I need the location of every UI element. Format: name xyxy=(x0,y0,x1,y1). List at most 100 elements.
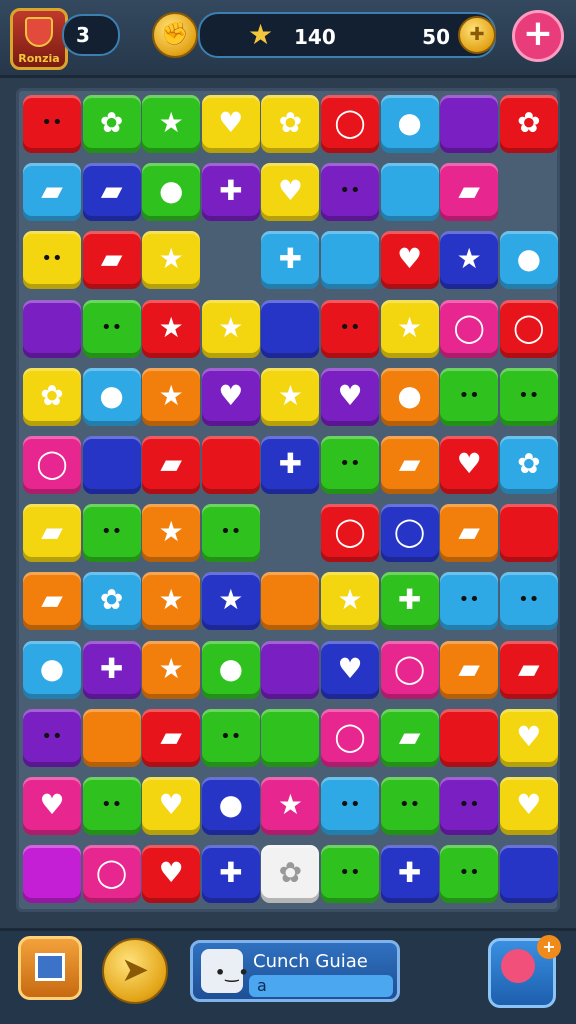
candy-tile[interactable]: ✿ xyxy=(261,95,320,153)
candy-tile[interactable]: ◯ xyxy=(321,504,379,563)
candy-tile[interactable]: •• xyxy=(201,504,260,563)
candy-tile[interactable]: •• xyxy=(440,777,499,835)
candy-tile[interactable] xyxy=(440,95,499,153)
candy-tile[interactable]: ● xyxy=(23,640,81,699)
candy-tile[interactable]: ✿ xyxy=(82,572,141,631)
candy-tile[interactable]: ▰ xyxy=(23,504,81,563)
candy-tile[interactable]: •• xyxy=(201,708,260,767)
candy-tile[interactable]: ✚ xyxy=(261,231,320,290)
candy-tile[interactable]: ♥ xyxy=(142,777,201,835)
candy-tile[interactable]: •• xyxy=(440,367,499,426)
candy-tile[interactable] xyxy=(499,845,558,904)
candy-tile[interactable]: •• xyxy=(321,777,379,835)
game-crest-logo[interactable]: Ronzia xyxy=(10,8,68,70)
candy-tile[interactable]: ♥ xyxy=(201,95,260,153)
candy-tile[interactable]: ★ xyxy=(261,367,320,426)
candy-tile[interactable] xyxy=(82,436,141,494)
candy-tile[interactable]: •• xyxy=(321,845,379,904)
candy-tile[interactable] xyxy=(499,504,558,563)
candy-tile[interactable]: ● xyxy=(82,367,141,426)
candy-tile[interactable]: ▰ xyxy=(380,708,439,767)
candy-tile[interactable]: ▰ xyxy=(142,708,201,767)
candy-tile[interactable]: ♥ xyxy=(499,708,558,767)
candy-tile[interactable]: •• xyxy=(23,708,81,767)
candy-tile[interactable] xyxy=(23,299,81,358)
candy-tile[interactable]: ✚ xyxy=(380,572,439,631)
candy-tile[interactable]: ◯ xyxy=(380,640,439,699)
candy-tile[interactable]: •• xyxy=(440,845,499,904)
candy-tile[interactable] xyxy=(82,708,141,767)
candy-tile[interactable] xyxy=(380,163,439,222)
candy-tile[interactable]: ✿ xyxy=(23,367,81,426)
candy-tile[interactable]: ★ xyxy=(142,231,201,290)
candy-tile[interactable]: ★ xyxy=(380,299,439,358)
candy-tile[interactable]: ▰ xyxy=(440,163,499,222)
candy-tile[interactable]: ★ xyxy=(261,777,320,835)
candy-tile[interactable]: ★ xyxy=(321,572,379,631)
candy-tile[interactable]: ★ xyxy=(201,299,260,358)
candy-tile[interactable]: ◯ xyxy=(82,845,141,904)
candy-tile[interactable]: •• xyxy=(82,504,141,563)
candy-tile[interactable]: ◯ xyxy=(440,299,499,358)
candy-tile[interactable]: ▰ xyxy=(499,640,558,699)
candy-tile[interactable]: ● xyxy=(201,777,260,835)
shop-button[interactable] xyxy=(18,936,82,1000)
candy-tile[interactable]: ★ xyxy=(440,231,499,290)
candy-tile[interactable]: •• xyxy=(82,777,141,835)
lollipop-booster-button[interactable]: + xyxy=(488,935,561,1008)
candy-tile[interactable] xyxy=(261,708,320,767)
candy-tile[interactable]: •• xyxy=(321,299,379,358)
candy-tile[interactable]: ▰ xyxy=(142,436,201,494)
candy-tile[interactable]: •• xyxy=(321,436,379,494)
candy-tile[interactable]: •• xyxy=(321,163,379,222)
candy-tile[interactable]: •• xyxy=(499,367,558,426)
candy-tile[interactable]: •• xyxy=(23,95,81,153)
candy-tile[interactable]: ✚ xyxy=(201,845,260,904)
candy-tile[interactable]: ✚ xyxy=(82,640,141,699)
candy-tile[interactable]: ★ xyxy=(142,95,201,153)
add-coins-button[interactable]: + xyxy=(512,10,564,62)
rewards-coin-button[interactable]: ✊ xyxy=(152,12,198,58)
candy-tile[interactable] xyxy=(23,845,81,904)
candy-tile[interactable]: •• xyxy=(499,572,558,631)
candy-tile[interactable]: ▰ xyxy=(440,504,499,563)
candy-tile[interactable]: ✚ xyxy=(380,845,439,904)
candy-tile[interactable]: ◯ xyxy=(23,436,81,494)
candy-tile[interactable]: •• xyxy=(82,299,141,358)
candy-tile[interactable] xyxy=(321,231,379,290)
candy-tile[interactable] xyxy=(261,640,320,699)
candy-tile[interactable]: ✚ xyxy=(201,163,260,222)
candy-tile[interactable]: ◯ xyxy=(380,504,439,563)
candy-tile[interactable]: ▰ xyxy=(23,163,81,222)
candy-tile[interactable]: ✚ xyxy=(261,436,320,494)
candy-tile[interactable]: ● xyxy=(380,367,439,426)
candy-tile[interactable]: ◯ xyxy=(321,95,379,153)
candy-tile[interactable]: ★ xyxy=(142,299,201,358)
candy-tile[interactable]: •• xyxy=(23,231,81,290)
candy-tile[interactable]: ▰ xyxy=(380,436,439,494)
candy-tile[interactable]: ● xyxy=(201,640,260,699)
candy-tile[interactable]: ♥ xyxy=(321,640,379,699)
candy-tile[interactable]: ▰ xyxy=(82,231,141,290)
candy-tile[interactable]: ▰ xyxy=(23,572,81,631)
candy-tile[interactable]: ♥ xyxy=(201,367,260,426)
boost-button[interactable]: ➤ xyxy=(102,938,168,1004)
candy-tile[interactable]: ♥ xyxy=(142,845,201,904)
candy-tile[interactable]: ✿ xyxy=(499,95,558,153)
candy-tile[interactable]: ♥ xyxy=(321,367,379,426)
candy-tile[interactable]: ♥ xyxy=(380,231,439,290)
candy-tile[interactable]: ★ xyxy=(142,504,201,563)
candy-tile[interactable]: ♥ xyxy=(499,777,558,835)
candy-tile[interactable]: ✿ xyxy=(499,436,558,494)
candy-tile[interactable]: ★ xyxy=(142,640,201,699)
guide-panel[interactable]: •‿• Cunch Guiae a xyxy=(190,940,400,1002)
candy-tile[interactable]: ✿ xyxy=(261,845,320,904)
candy-tile[interactable]: ◯ xyxy=(499,299,558,358)
candy-tile[interactable] xyxy=(201,436,260,494)
candy-tile[interactable]: ● xyxy=(499,231,558,290)
candy-tile[interactable]: •• xyxy=(440,572,499,631)
candy-tile[interactable] xyxy=(261,299,320,358)
candy-tile[interactable]: ● xyxy=(380,95,439,153)
candy-tile[interactable]: ♥ xyxy=(23,777,81,835)
candy-tile[interactable]: ★ xyxy=(201,572,260,631)
